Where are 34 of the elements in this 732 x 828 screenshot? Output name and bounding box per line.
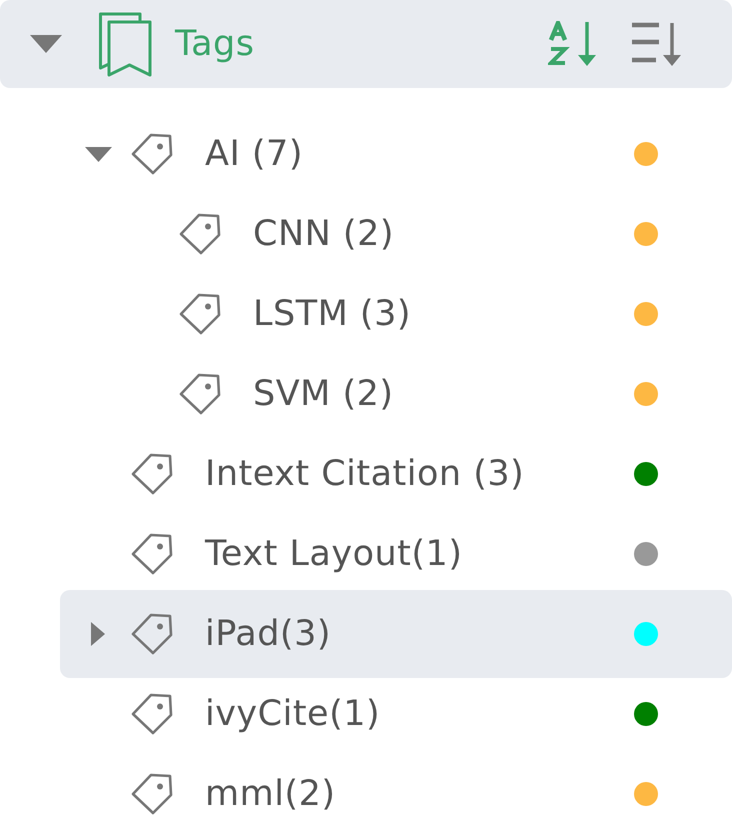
tag-row[interactable]: LSTM (3) <box>60 280 732 348</box>
tag-icon <box>178 371 222 417</box>
tag-label: CNN (2) <box>253 213 394 256</box>
tag-label: mml(2) <box>205 773 336 816</box>
sort-alphabetical-icon[interactable] <box>548 21 598 67</box>
tag-row[interactable]: AI (7) <box>60 120 732 188</box>
caret-right-icon[interactable] <box>91 622 105 646</box>
tag-icon <box>130 771 174 817</box>
tag-row[interactable]: Text Layout(1) <box>60 520 732 588</box>
tag-row[interactable]: Intext Citation (3) <box>60 440 732 508</box>
tag-icon <box>178 291 222 337</box>
tag-icon <box>178 211 222 257</box>
tag-icon <box>130 611 174 657</box>
tag-icon <box>130 451 174 497</box>
tag-icon <box>130 131 174 177</box>
tag-label: iPad(3) <box>205 613 331 656</box>
tag-label: Text Layout(1) <box>205 533 462 576</box>
panel-title: Tags <box>175 23 254 66</box>
sort-list-icon[interactable] <box>630 22 683 66</box>
tag-label: Intext Citation (3) <box>205 453 524 496</box>
tag-row[interactable]: SVM (2) <box>60 360 732 428</box>
caret-down-icon[interactable] <box>84 146 112 162</box>
tag-row[interactable]: ivyCite(1) <box>60 680 732 748</box>
tag-row[interactable]: CNN (2) <box>60 200 732 268</box>
tag-row[interactable]: mml(2) <box>60 760 732 828</box>
tag-label: AI (7) <box>205 133 303 176</box>
tag-label: SVM (2) <box>253 373 394 416</box>
bookmarks-icon <box>98 12 152 76</box>
tag-label: ivyCite(1) <box>205 693 380 736</box>
tag-label: LSTM (3) <box>253 293 411 336</box>
tag-row[interactable]: iPad(3) <box>60 590 732 678</box>
tag-icon <box>130 691 174 737</box>
tag-icon <box>130 531 174 577</box>
caret-down-icon[interactable] <box>30 35 62 53</box>
